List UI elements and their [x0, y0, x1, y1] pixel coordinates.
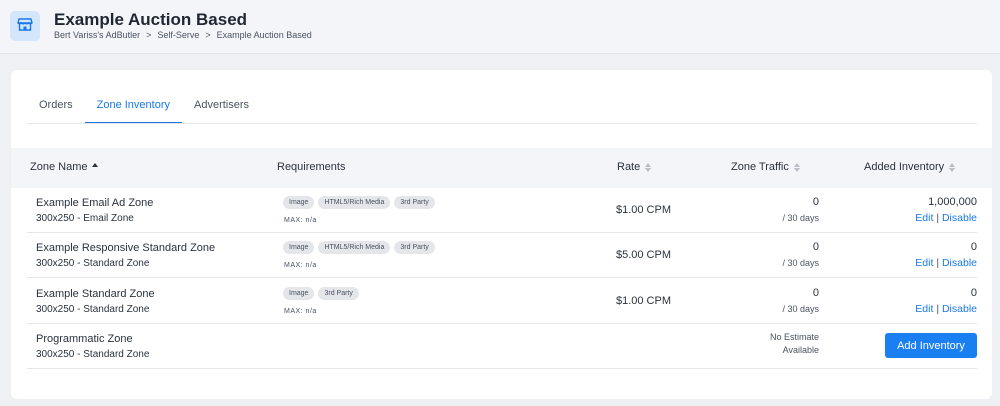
inventory-value: 1,000,000 [928, 196, 977, 208]
column-header-requirements: Requirements [277, 161, 345, 173]
zone-name: Programmatic Zone [36, 333, 133, 345]
disable-link[interactable]: Disable [942, 212, 977, 224]
requirement-chip: HTML5/Rich Media [318, 196, 391, 209]
sort-ascending-icon[interactable] [92, 162, 99, 172]
breadcrumb-item-current: Example Auction Based [216, 30, 312, 40]
traffic-value: 0 [812, 287, 819, 299]
column-header-zone-traffic[interactable]: Zone Traffic [731, 161, 800, 173]
rate-value: $1.00 CPM [615, 204, 671, 216]
inventory-actions: Edit | Disable [915, 257, 977, 269]
tab-zone-inventory[interactable]: Zone Inventory [84, 99, 182, 124]
requirement-chip: Image [283, 287, 315, 300]
zone-size-type: 300x250 - Standard Zone [36, 304, 150, 315]
breadcrumb-item-self-serve[interactable]: Self-Serve [157, 30, 199, 40]
store-badge [10, 11, 40, 41]
traffic-period: / 30 days [782, 304, 819, 314]
table-row: Programmatic Zone 300x250 - Standard Zon… [27, 324, 977, 369]
column-header-rate[interactable]: Rate [617, 161, 652, 173]
breadcrumb-separator: > [146, 30, 152, 40]
tab-divider [27, 123, 977, 124]
page-title: Example Auction Based [54, 10, 248, 29]
zone-name: Example Email Ad Zone [36, 197, 154, 209]
traffic-period: / 30 days [782, 213, 819, 223]
requirement-chip: Image [283, 196, 315, 209]
store-icon [17, 16, 33, 37]
requirement-chips: Image HTML5/Rich Media 3rd Party [283, 241, 435, 254]
requirement-chips: Image HTML5/Rich Media 3rd Party [283, 196, 435, 209]
link-separator: | [936, 212, 940, 224]
inventory-actions: Edit | Disable [915, 212, 977, 224]
traffic-period: / 30 days [782, 258, 819, 268]
rate-value: $1.00 CPM [615, 295, 671, 307]
edit-link[interactable]: Edit [915, 257, 933, 269]
page-header: Example Auction Based Bert Variss's AdBu… [0, 0, 1000, 54]
sort-icon[interactable] [645, 162, 652, 172]
table-header: Zone Name Requirements Rate Zone Traffic… [11, 148, 992, 188]
max-limit: MAX: n/a [284, 262, 317, 269]
requirement-chip: HTML5/Rich Media [318, 241, 391, 254]
breadcrumb: Bert Variss's AdButler > Self-Serve > Ex… [54, 30, 312, 40]
table-row: Example Email Ad Zone 300x250 - Email Zo… [27, 188, 977, 233]
sort-icon[interactable] [949, 162, 956, 172]
edit-link[interactable]: Edit [915, 303, 933, 315]
disable-link[interactable]: Disable [942, 257, 977, 269]
tab-orders[interactable]: Orders [27, 99, 85, 124]
inventory-value: 0 [970, 287, 977, 299]
zone-name: Example Standard Zone [36, 288, 155, 300]
breadcrumb-item-adbutler[interactable]: Bert Variss's AdButler [54, 30, 140, 40]
max-limit: MAX: n/a [284, 217, 317, 224]
requirement-chip: 3rd Party [318, 287, 359, 300]
requirement-chip: 3rd Party [394, 196, 435, 209]
add-inventory-button[interactable]: Add Inventory [885, 333, 977, 358]
table-row: Example Standard Zone 300x250 - Standard… [27, 279, 977, 324]
requirement-chip: 3rd Party [394, 241, 435, 254]
tab-bar: Orders Zone Inventory Advertisers [27, 92, 977, 124]
tab-advertisers[interactable]: Advertisers [182, 99, 261, 124]
traffic-value: 0 [812, 196, 819, 208]
link-separator: | [936, 303, 940, 315]
column-label: Zone Name [30, 161, 88, 173]
zone-size-type: 300x250 - Standard Zone [36, 258, 150, 269]
requirement-chips: Image 3rd Party [283, 287, 359, 300]
requirement-chip: Image [283, 241, 315, 254]
sort-icon[interactable] [793, 162, 800, 172]
edit-link[interactable]: Edit [915, 212, 933, 224]
column-label: Requirements [277, 161, 346, 173]
inventory-value: 0 [970, 241, 977, 253]
no-estimate-text: No Estimate Available [769, 332, 819, 355]
traffic-value: 0 [812, 241, 819, 253]
column-header-added-inventory[interactable]: Added Inventory [864, 161, 956, 173]
disable-link[interactable]: Disable [942, 303, 977, 315]
zone-name: Example Responsive Standard Zone [36, 242, 216, 254]
inventory-actions: Edit | Disable [915, 303, 977, 315]
zone-size-type: 300x250 - Email Zone [36, 213, 134, 224]
column-label: Added Inventory [864, 161, 945, 173]
max-limit: MAX: n/a [284, 308, 317, 315]
breadcrumb-separator: > [205, 30, 211, 40]
table-row: Example Responsive Standard Zone 300x250… [27, 233, 977, 278]
column-header-zone-name[interactable]: Zone Name [30, 161, 99, 173]
link-separator: | [936, 257, 940, 269]
rate-value: $5.00 CPM [615, 249, 671, 261]
zone-size-type: 300x250 - Standard Zone [36, 349, 150, 360]
column-label: Zone Traffic [731, 161, 789, 173]
column-label: Rate [617, 161, 641, 173]
content-card: Orders Zone Inventory Advertisers Zone N… [11, 70, 992, 399]
